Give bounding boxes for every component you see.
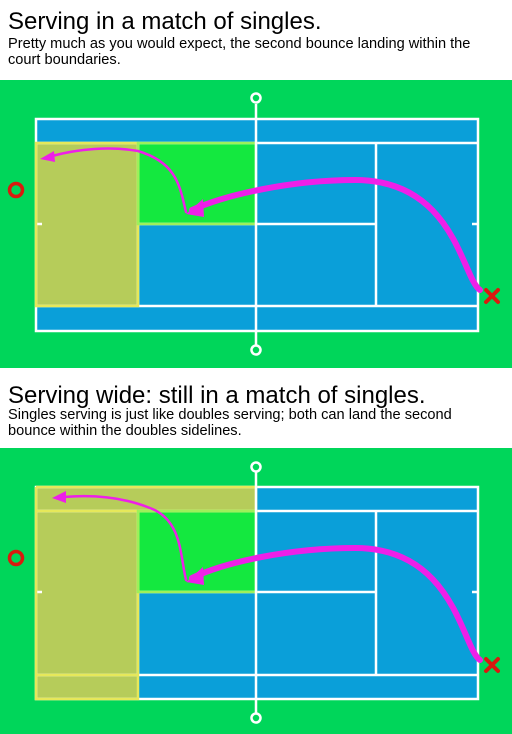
- singles-serve-diagram: [0, 80, 512, 368]
- panel-2-title: Serving wide: still in a match of single…: [8, 382, 426, 409]
- net-post-icon: [250, 461, 262, 473]
- net-post-icon: [250, 344, 262, 356]
- panel-2-description: Singles serving is just like doubles ser…: [8, 407, 452, 439]
- landing-zone: [36, 143, 138, 306]
- landing-zone: [36, 487, 138, 699]
- net-post-icon: [250, 712, 262, 724]
- net-post-icon: [250, 92, 262, 104]
- panel-2-header: Serving wide: still in a match of single…: [0, 368, 512, 448]
- panel-1-header: Serving in a match of singles. Pretty mu…: [0, 0, 512, 80]
- panel-1-description: Pretty much as you would expect, the sec…: [8, 36, 471, 68]
- wide-serve-diagram: [0, 448, 512, 734]
- panel-1-title: Serving in a match of singles.: [8, 8, 322, 35]
